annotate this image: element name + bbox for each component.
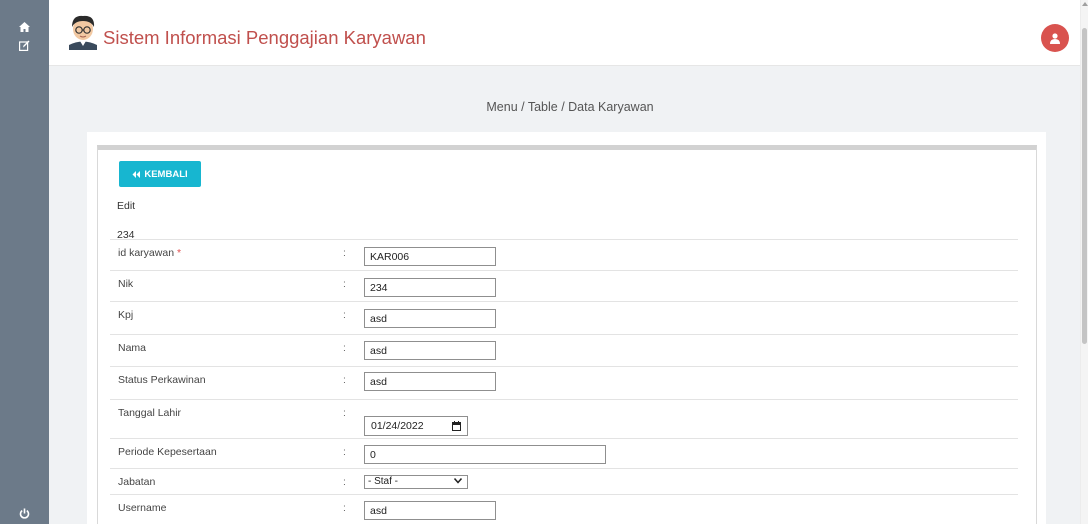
periode-kepesertaan-input[interactable] xyxy=(364,445,606,464)
scrollbar-thumb[interactable] xyxy=(1082,28,1087,344)
calendar-icon[interactable] xyxy=(452,421,461,431)
form-row-status-perkawinan: Status Perkawinan : xyxy=(110,366,1018,399)
field-label: Jabatan xyxy=(118,476,156,488)
user-menu-button[interactable] xyxy=(1041,24,1069,52)
double-chevron-left-icon xyxy=(132,170,141,178)
field-label: Username xyxy=(118,502,167,514)
id-karyawan-input[interactable] xyxy=(364,247,496,266)
field-label: Kpj xyxy=(118,309,134,321)
power-icon[interactable] xyxy=(0,508,49,519)
field-label: Nik xyxy=(118,278,134,290)
form-row-nama: Nama : xyxy=(110,334,1018,366)
form-row-kpj: Kpj : xyxy=(110,301,1018,334)
chevron-down-icon xyxy=(454,478,462,484)
field-label: Tanggal Lahir xyxy=(118,407,182,419)
form-row-nik: Nik : xyxy=(110,270,1018,301)
field-label: Periode Kepesertaan xyxy=(118,446,217,458)
tanggal-lahir-date-input[interactable]: 01/24/2022 xyxy=(364,416,468,436)
required-marker: * xyxy=(176,247,182,259)
page-scrollbar[interactable] xyxy=(1080,0,1088,524)
edit-icon[interactable] xyxy=(0,40,49,51)
colon-separator: : xyxy=(343,342,346,354)
colon-separator: : xyxy=(343,309,346,321)
user-icon xyxy=(1050,32,1060,44)
form-mode-label: Edit xyxy=(117,200,136,212)
back-button-label: KEMBALI xyxy=(144,168,188,180)
avatar-logo xyxy=(64,12,102,50)
form-row-periode-kepesertaan: Periode Kepesertaan : xyxy=(110,438,1018,468)
scroll-up-arrow-icon[interactable] xyxy=(1082,2,1088,6)
kpj-input[interactable] xyxy=(364,309,496,328)
form-row-id-karyawan: id karyawan * : xyxy=(110,239,1018,270)
username-input[interactable] xyxy=(364,501,496,520)
form-row-username: Username : xyxy=(110,494,1018,524)
back-button[interactable]: KEMBALI xyxy=(119,161,201,187)
sidebar xyxy=(0,0,49,524)
colon-separator: : xyxy=(343,278,346,290)
colon-separator: : xyxy=(343,374,346,386)
breadcrumb: Menu / Table / Data Karyawan xyxy=(486,100,654,114)
home-icon[interactable] xyxy=(0,22,49,32)
form-row-jabatan: Jabatan : - Staf - xyxy=(110,468,1018,494)
field-label: Nama xyxy=(118,342,147,354)
colon-separator: : xyxy=(343,502,346,514)
select-value: - Staf - xyxy=(368,476,399,487)
field-label: Status Perkawinan xyxy=(118,374,206,386)
colon-separator: : xyxy=(343,247,346,259)
jabatan-select[interactable]: - Staf - xyxy=(364,475,468,489)
top-navbar: Sistem Informasi Penggajian Karyawan xyxy=(49,0,1080,66)
app-title: Sistem Informasi Penggajian Karyawan xyxy=(103,27,426,48)
nama-input[interactable] xyxy=(364,341,496,360)
form-row-tanggal-lahir: Tanggal Lahir : 01/24/2022 xyxy=(110,399,1018,438)
colon-separator: : xyxy=(343,476,346,488)
nik-input[interactable] xyxy=(364,278,496,297)
status-perkawinan-input[interactable] xyxy=(364,372,496,391)
colon-separator: : xyxy=(343,446,346,458)
date-value: 01/24/2022 xyxy=(371,420,424,432)
field-label: id karyawan * xyxy=(118,247,182,259)
colon-separator: : xyxy=(343,407,346,419)
